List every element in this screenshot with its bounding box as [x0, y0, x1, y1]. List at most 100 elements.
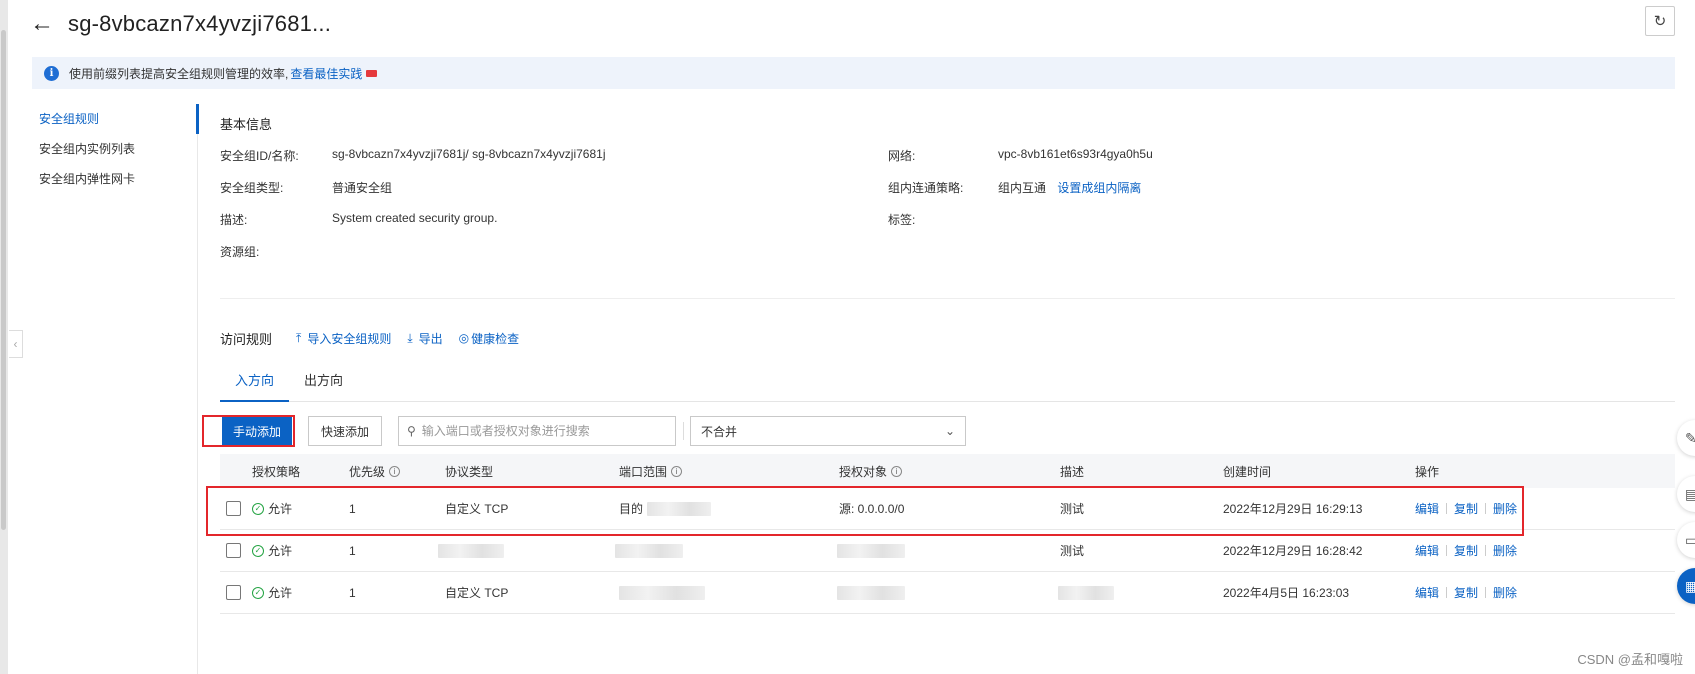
- basic-info-grid: 安全组ID/名称: sg-8vbcazn7x4yvzji7681j/ sg-8v…: [220, 147, 1675, 307]
- sidebar-item-label: 安全组内实例列表: [39, 142, 136, 156]
- field-label: 资源组:: [220, 245, 260, 259]
- field-value-group: 组内互通 设置成组内隔离: [998, 179, 1141, 196]
- table-header: 授权策略 优先级 i 协议类型 端口范围 i 授权对象 i 描述 创建时间 操作: [220, 454, 1675, 488]
- left-scrollbar[interactable]: [0, 0, 8, 674]
- refresh-icon: ↻: [1653, 13, 1667, 30]
- desc-cell: [1058, 572, 1114, 613]
- col-source: 授权对象 i: [839, 454, 903, 488]
- sidebar-item-label: 安全组规则: [39, 112, 100, 126]
- notice-text: 使用前缀列表提高安全组规则管理的效率,: [69, 66, 289, 81]
- field-value: 普通安全组: [332, 181, 393, 195]
- priority-cell: 1: [349, 585, 356, 600]
- redacted-block: [619, 585, 705, 600]
- port-cell: [619, 572, 705, 613]
- edit-float-icon[interactable]: ✎: [1677, 420, 1695, 456]
- tab-inbound[interactable]: 入方向: [220, 368, 290, 402]
- rules-title: 访问规则: [220, 331, 273, 347]
- scrollbar-thumb[interactable]: [1, 30, 6, 530]
- help-icon[interactable]: i: [891, 465, 903, 477]
- page-header: ← sg-8vbcazn7x4yvzji7681...: [30, 8, 331, 40]
- field-label: 描述:: [220, 213, 248, 227]
- table-row: ✓ 允许 1 自定义 TCP 2022年4月5日 16:23:03 编辑 复制 删…: [220, 572, 1675, 614]
- tab-outbound[interactable]: 出方向: [289, 368, 358, 402]
- sidebar-item-rules[interactable]: 安全组规则: [32, 104, 199, 134]
- upload-icon: ⤒: [296, 330, 302, 345]
- import-rules-button[interactable]: ⤒ 导入安全组规则: [296, 330, 391, 347]
- best-practice-link[interactable]: 查看最佳实践: [290, 65, 362, 82]
- sidebar-item-instances[interactable]: 安全组内实例列表: [32, 134, 197, 164]
- merge-select[interactable]: 不合并 ⌄: [690, 416, 966, 446]
- policy-value: 允许: [268, 544, 293, 558]
- redacted-block: [1058, 585, 1114, 600]
- field-label: 安全组ID/名称:: [220, 149, 299, 163]
- field-value: System created security group.: [332, 211, 498, 225]
- redacted-block: [615, 543, 683, 558]
- field-value: 组内互通: [998, 181, 1047, 195]
- edit-link[interactable]: 编辑: [1415, 542, 1439, 559]
- merge-select-value: 不合并: [701, 424, 738, 439]
- col-ops: 操作: [1415, 464, 1440, 479]
- col-port: 端口范围 i: [619, 454, 683, 488]
- delete-link[interactable]: 删除: [1493, 542, 1517, 559]
- doc-float-icon[interactable]: ▤: [1677, 476, 1695, 512]
- sidebar-item-eni[interactable]: 安全组内弹性网卡: [32, 164, 197, 194]
- action-label: 导出: [418, 331, 443, 346]
- shield-check-icon: ◎: [458, 331, 470, 345]
- search-icon: ⚲: [407, 424, 416, 438]
- redacted-block: [837, 585, 905, 600]
- chevron-down-icon: ⌄: [944, 424, 955, 438]
- ops-separator: [1485, 545, 1487, 556]
- port-cell: [615, 530, 683, 571]
- arrow-left-icon[interactable]: ←: [30, 12, 54, 36]
- protocol-cell: [438, 530, 504, 571]
- apps-float-icon[interactable]: ▦: [1677, 568, 1695, 604]
- collapse-sidebar-icon[interactable]: ‹: [9, 330, 23, 358]
- ops-separator: [1446, 587, 1448, 598]
- refresh-button[interactable]: ↻: [1645, 6, 1675, 36]
- protocol-cell: 自定义 TCP: [445, 586, 509, 600]
- main-content: 基本信息 安全组ID/名称: sg-8vbcazn7x4yvzji7681j/ …: [202, 104, 1675, 614]
- field-value: sg-8vbcazn7x4yvzji7681j/ sg-8vbcazn7x4yv…: [332, 147, 606, 161]
- policy-cell: ✓ 允许: [252, 530, 292, 571]
- col-protocol: 协议类型: [445, 464, 494, 479]
- quick-add-button[interactable]: 快速添加: [308, 416, 382, 446]
- health-check-button[interactable]: ◎ 健康检查: [459, 330, 520, 347]
- ops-separator: [1446, 545, 1448, 556]
- chat-float-icon[interactable]: ▭: [1677, 522, 1695, 558]
- row-checkbox[interactable]: [226, 543, 241, 558]
- ops-separator: [1485, 587, 1487, 598]
- col-policy: 授权策略: [252, 464, 301, 479]
- edit-link[interactable]: 编辑: [1415, 584, 1439, 601]
- delete-link[interactable]: 删除: [1493, 584, 1517, 601]
- check-circle-icon: ✓: [252, 544, 264, 557]
- search-box[interactable]: ⚲: [398, 416, 676, 446]
- desc-cell: 测试: [1060, 544, 1085, 558]
- copy-link[interactable]: 复制: [1454, 542, 1478, 559]
- basic-info-title: 基本信息: [220, 117, 273, 132]
- priority-cell: 1: [349, 543, 356, 558]
- rules-toolbar: 手动添加 快速添加 ⚲ 不合并 ⌄: [220, 416, 980, 446]
- help-icon[interactable]: i: [389, 465, 401, 477]
- redacted-block: [438, 543, 504, 558]
- new-badge-icon: [366, 69, 378, 77]
- ops-cell: 编辑 复制 删除: [1415, 530, 1517, 571]
- export-button[interactable]: ⤓ 导出: [407, 330, 442, 347]
- action-label: 导入安全组规则: [307, 331, 392, 346]
- watermark: CSDN @孟和嘎啦: [1577, 652, 1683, 667]
- policy-cell: ✓ 允许: [252, 572, 292, 613]
- row-checkbox[interactable]: [226, 585, 241, 600]
- set-isolation-link[interactable]: 设置成组内隔离: [1057, 181, 1141, 195]
- source-cell: [837, 530, 905, 571]
- row-select: [226, 530, 241, 571]
- row-select: [226, 572, 241, 613]
- created-cell: 2022年4月5日 16:23:03: [1223, 586, 1350, 600]
- action-label: 健康检查: [471, 331, 520, 346]
- info-icon: i: [44, 65, 59, 81]
- help-icon[interactable]: i: [671, 465, 683, 477]
- col-label: 授权对象: [839, 464, 888, 479]
- table-row: ✓ 允许 1 测试 2022年12月29日 16:28:42 编辑 复制 删除: [220, 530, 1675, 572]
- copy-link[interactable]: 复制: [1454, 584, 1478, 601]
- search-input[interactable]: [421, 424, 662, 438]
- col-label: 端口范围: [619, 464, 668, 479]
- field-label: 安全组类型:: [220, 181, 284, 195]
